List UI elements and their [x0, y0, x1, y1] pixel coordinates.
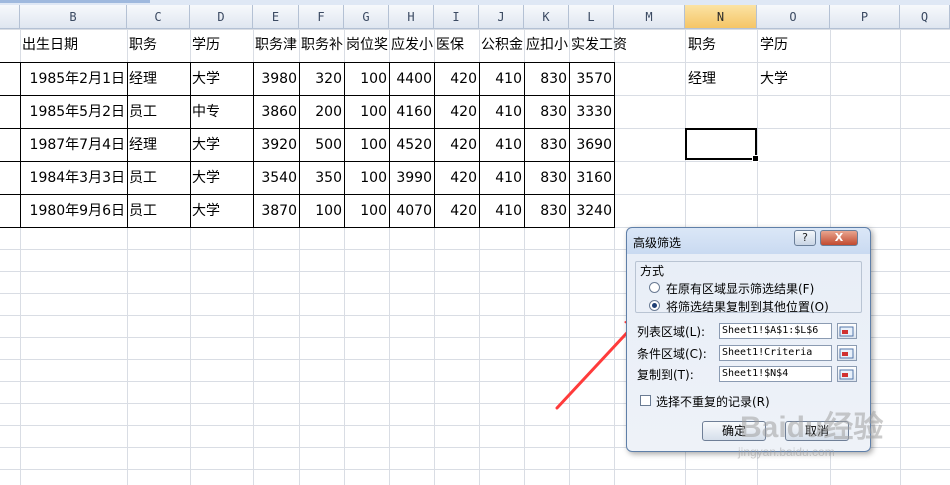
radio-copy-to-label[interactable]: 将筛选结果复制到其他位置(O) — [666, 298, 829, 315]
criteria-range-label: 条件区域(C): — [637, 347, 707, 361]
copy-to-input[interactable]: Sheet1!$N$4 — [719, 366, 832, 382]
list-range-picker-button[interactable] — [837, 323, 857, 339]
radio-copy-to[interactable] — [649, 300, 660, 311]
watermark-brand: Baidu经验 — [740, 411, 884, 444]
close-button[interactable]: X — [820, 230, 858, 246]
copy-to-picker-button[interactable] — [837, 366, 857, 382]
radio-in-place[interactable] — [649, 282, 660, 293]
criteria-range-picker-button[interactable] — [837, 345, 857, 361]
help-button[interactable]: ? — [794, 230, 816, 246]
list-range-input[interactable]: Sheet1!$A$1:$L$6 — [719, 323, 832, 339]
dialog-title: 高级筛选 — [633, 236, 682, 250]
range-picker-icon — [839, 369, 854, 380]
watermark-url: jingyan.baidu.com — [738, 445, 835, 459]
copy-to-label: 复制到(T): — [637, 368, 694, 382]
criteria-range-input[interactable]: Sheet1!Criteria — [719, 345, 832, 361]
radio-in-place-label[interactable]: 在原有区域显示筛选结果(F) — [666, 280, 814, 297]
range-picker-icon — [839, 326, 854, 337]
list-range-label: 列表区域(L): — [637, 325, 706, 339]
mode-group-label: 方式 — [640, 264, 665, 278]
unique-records-checkbox[interactable] — [640, 395, 651, 406]
range-picker-icon — [839, 348, 854, 359]
